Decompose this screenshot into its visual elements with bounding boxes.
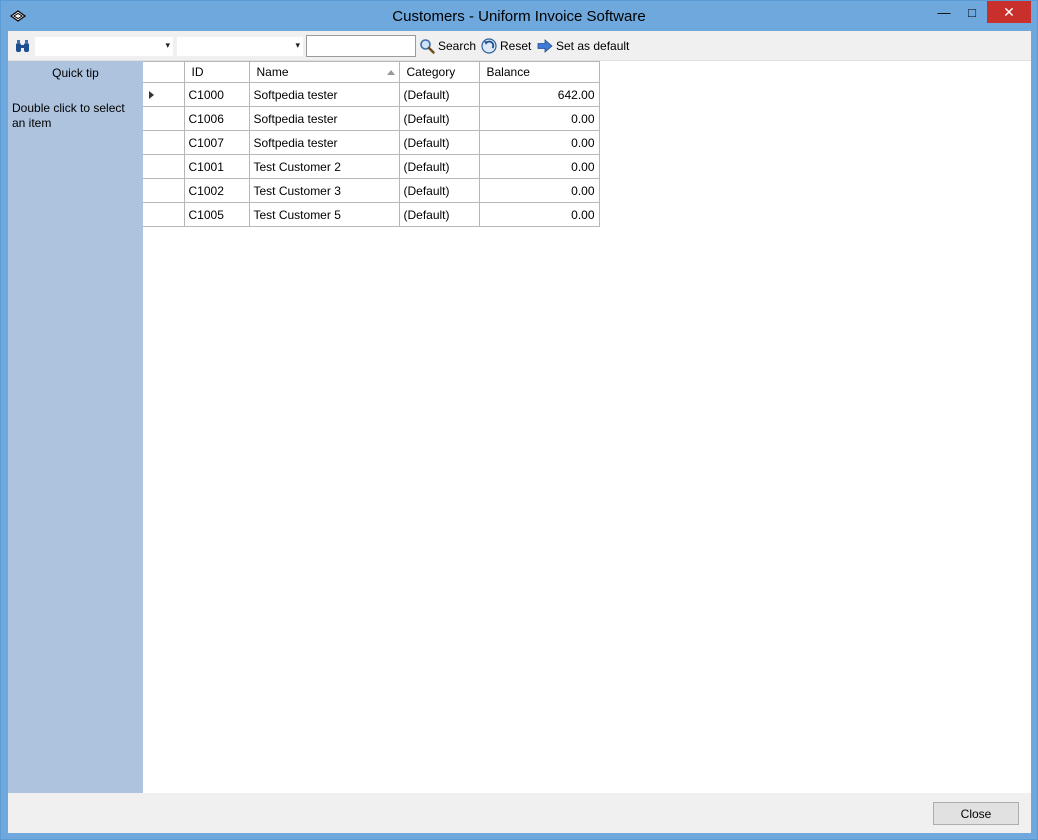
row-header[interactable] [143,82,185,107]
table-row[interactable]: C1007 Softpedia tester (Default) 0.00 [143,130,600,155]
row-header[interactable] [143,130,185,155]
cell-balance[interactable]: 0.00 [478,202,600,227]
current-row-icon [149,91,154,99]
cell-category[interactable]: (Default) [398,154,480,179]
cell-id[interactable]: C1002 [183,178,250,203]
customers-grid-area: ID Name Category Balance C1000 Softpedia … [143,61,1031,793]
table-header-row: ID Name Category Balance [143,61,600,83]
table-body: C1000 Softpedia tester (Default) 642.00 C100… [143,82,600,227]
cell-id[interactable]: C1001 [183,154,250,179]
cell-category[interactable]: (Default) [398,106,480,131]
reset-button-label: Reset [500,39,532,53]
quick-tip-panel: Quick tip Double click to select an item [8,61,143,793]
column-header-category[interactable]: Category [398,61,480,83]
cell-id[interactable]: C1005 [183,202,250,227]
row-header[interactable] [143,178,185,203]
set-as-default-label: Set as default [556,39,630,53]
table-row[interactable]: C1005 Test Customer 5 (Default) 0.00 [143,202,600,227]
cell-id[interactable]: C1000 [183,82,250,107]
minimize-button[interactable]: — [931,1,957,23]
row-header[interactable] [143,154,185,179]
operator-select[interactable]: ▾ [176,36,304,57]
cell-name[interactable]: Test Customer 3 [248,178,400,203]
search-button-label: Search [438,39,477,53]
column-header-balance[interactable]: Balance [478,61,600,83]
column-header-name-label: Name [256,65,289,79]
client-area: ▾ ▾ Search Reset Set as default Quick ti… [8,31,1031,833]
cell-balance[interactable]: 0.00 [478,106,600,131]
cell-balance[interactable]: 0.00 [478,178,600,203]
cell-category[interactable]: (Default) [398,130,480,155]
cell-name[interactable]: Test Customer 5 [248,202,400,227]
cell-id[interactable]: C1007 [183,130,250,155]
arrow-right-icon [537,39,553,53]
column-header-id[interactable]: ID [183,61,250,83]
cell-id[interactable]: C1006 [183,106,250,131]
magnifier-icon [420,39,435,54]
undo-icon [481,38,497,54]
row-header[interactable] [143,106,185,131]
app-logo-icon[interactable] [9,7,27,25]
reset-button[interactable]: Reset [481,37,531,55]
footer-bar: Close [8,793,1031,833]
window-title: Customers - Uniform Invoice Software [392,7,646,25]
table-row[interactable]: C1006 Softpedia tester (Default) 0.00 [143,106,600,131]
table-row[interactable]: C1002 Test Customer 3 (Default) 0.00 [143,178,600,203]
binoculars-icon[interactable] [14,38,32,54]
quick-tip-title: Quick tip [52,66,99,80]
row-header[interactable] [143,202,185,227]
field-select[interactable]: ▾ [34,36,174,57]
quick-tip-text: Double click to select an item [12,101,125,130]
chevron-down-icon[interactable]: ▾ [165,40,170,51]
cell-balance[interactable]: 0.00 [478,154,600,179]
cell-name[interactable]: Softpedia tester [248,130,400,155]
app-window: Customers - Uniform Invoice Software — □… [0,0,1038,840]
cell-category[interactable]: (Default) [398,202,480,227]
cell-balance[interactable]: 0.00 [478,130,600,155]
sort-ascending-icon [386,70,395,75]
chevron-down-icon[interactable]: ▾ [295,40,300,51]
cell-category[interactable]: (Default) [398,82,480,107]
cell-balance[interactable]: 642.00 [478,82,600,107]
table-row[interactable]: C1001 Test Customer 2 (Default) 0.00 [143,154,600,179]
search-input[interactable] [306,35,416,57]
row-header-corner[interactable] [143,61,185,83]
column-header-name[interactable]: Name [248,61,400,83]
cell-category[interactable]: (Default) [398,178,480,203]
title-bar[interactable]: Customers - Uniform Invoice Software — □… [1,1,1037,31]
cell-name[interactable]: Test Customer 2 [248,154,400,179]
maximize-button[interactable]: □ [959,1,985,23]
cell-name[interactable]: Softpedia tester [248,106,400,131]
close-button[interactable]: Close [933,802,1019,825]
close-window-button[interactable]: ✕ [987,1,1031,23]
customers-table: ID Name Category Balance C1000 Softpedia … [143,61,600,227]
cell-name[interactable]: Softpedia tester [248,82,400,107]
set-as-default-button[interactable]: Set as default [537,37,629,55]
table-row[interactable]: C1000 Softpedia tester (Default) 642.00 [143,82,600,107]
search-button[interactable]: Search [419,37,476,55]
toolbar: ▾ ▾ Search Reset Set as default [8,31,1031,61]
